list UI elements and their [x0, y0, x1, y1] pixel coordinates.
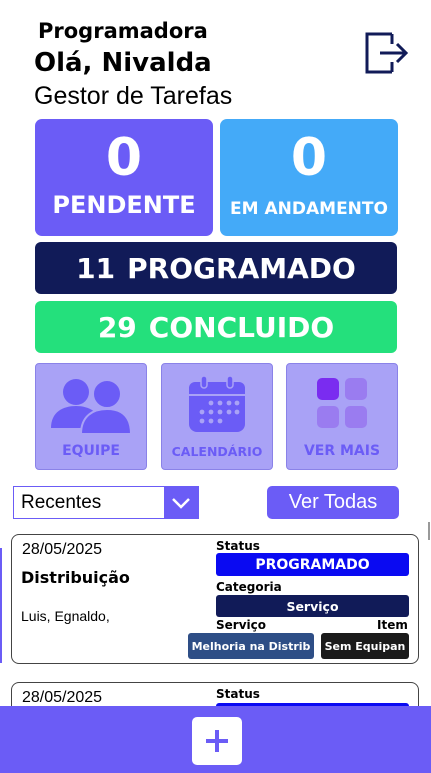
calendario-tile[interactable]: CALENDÁRIO — [161, 363, 273, 470]
status-label: Status — [216, 687, 260, 701]
add-task-button[interactable] — [192, 717, 242, 765]
ver-todas-button[interactable]: Ver Todas — [267, 486, 399, 519]
role-label: Programadora — [38, 19, 208, 43]
task-date: 28/05/2025 — [22, 689, 103, 706]
category-label: Categoria — [216, 580, 282, 594]
grid-icon — [317, 378, 367, 428]
logout-icon — [365, 32, 409, 74]
item-badge: Sem Equipan — [321, 633, 409, 659]
dropdown-toggle[interactable] — [164, 487, 198, 518]
calendar-icon — [189, 376, 245, 432]
equipe-tile[interactable]: EQUIPE — [35, 363, 147, 470]
task-card[interactable]: 28/05/2025 Distribuição Luis, Egnaldo, S… — [11, 534, 419, 664]
task-people: Luis, Egnaldo, — [21, 608, 110, 624]
team-icon — [51, 379, 133, 435]
service-badge: Melhoria na Distrib — [188, 633, 314, 659]
pendente-count: 0 — [105, 128, 143, 188]
page-title: Gestor de Tarefas — [34, 82, 233, 110]
task-date: 28/05/2025 — [22, 541, 103, 558]
right-scroll-indicator — [428, 522, 430, 540]
category-badge: Serviço — [216, 595, 409, 617]
greeting: Olá, Nivalda — [34, 48, 212, 78]
concluido-label: CONCLUIDO — [148, 310, 335, 344]
programado-count: 11 — [76, 251, 116, 285]
andamento-label: EM ANDAMENTO — [230, 199, 388, 219]
filter-dropdown[interactable]: Recentes — [13, 486, 199, 519]
concluido-bar[interactable]: 29 CONCLUIDO — [35, 301, 397, 353]
em-andamento-card[interactable]: 0 EM ANDAMENTO — [220, 119, 398, 236]
ver-mais-tile[interactable]: VER MAIS — [286, 363, 398, 470]
programado-bar[interactable]: 11 PROGRAMADO — [35, 242, 397, 294]
item-label: Item — [377, 618, 408, 632]
logout-button[interactable] — [362, 30, 410, 76]
pendente-label: PENDENTE — [52, 191, 196, 219]
status-badge: PROGRAMADO — [216, 553, 409, 576]
status-label: Status — [216, 539, 260, 553]
plus-icon — [206, 730, 228, 752]
service-label: Serviço — [216, 618, 266, 632]
ver-mais-label: VER MAIS — [303, 443, 381, 459]
chevron-down-icon — [172, 497, 190, 509]
equipe-label: EQUIPE — [62, 443, 120, 459]
task-title: Distribuição — [21, 568, 130, 587]
pendente-card[interactable]: 0 PENDENTE — [35, 119, 213, 236]
filter-selected-value: Recentes — [21, 492, 102, 513]
left-scroll-indicator — [0, 548, 2, 663]
programado-label: PROGRAMADO — [127, 251, 356, 285]
andamento-count: 0 — [290, 128, 328, 188]
concluido-count: 29 — [97, 310, 137, 344]
calendario-label: CALENDÁRIO — [171, 444, 263, 459]
